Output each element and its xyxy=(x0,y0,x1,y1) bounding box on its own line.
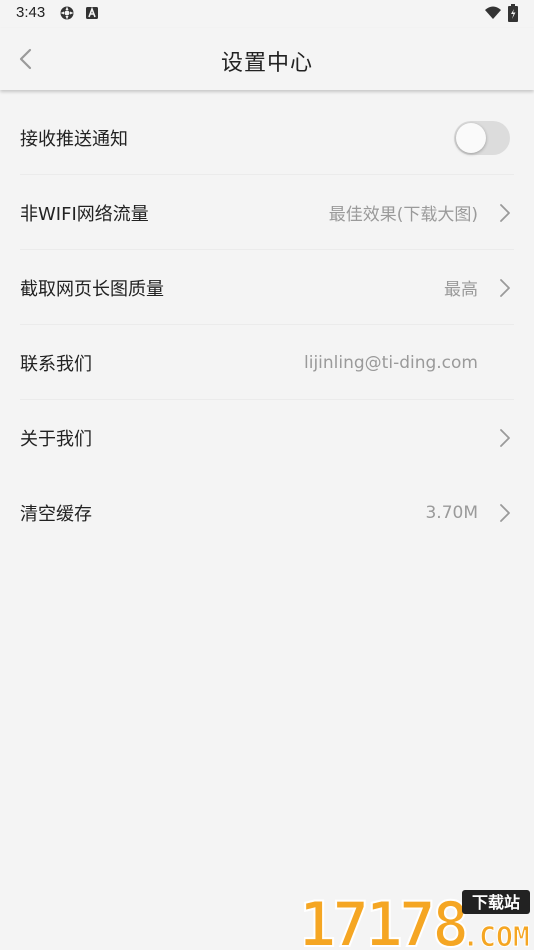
chevron-right-icon xyxy=(500,278,510,297)
screenshot-quality-label: 截取网页长图质量 xyxy=(20,278,164,300)
settings-list: 接收推送通知 非WIFI网络流量 最佳效果(下载大图) 截取网页长图质量 最高 … xyxy=(0,100,534,550)
chevron-right-icon xyxy=(500,203,510,222)
screenshot-quality-row[interactable]: 截取网页长图质量 最高 xyxy=(0,250,534,325)
settings-gear-icon xyxy=(60,6,74,20)
non-wifi-traffic-label: 非WIFI网络流量 xyxy=(20,203,149,225)
app-header: 设置中心 xyxy=(0,28,534,90)
non-wifi-traffic-row[interactable]: 非WIFI网络流量 最佳效果(下载大图) xyxy=(0,175,534,250)
watermark-badge: 下载站 xyxy=(472,893,520,912)
push-notification-label: 接收推送通知 xyxy=(20,128,128,150)
clear-cache-row[interactable]: 清空缓存 3.70M xyxy=(0,475,534,550)
about-us-label: 关于我们 xyxy=(20,428,92,450)
clear-cache-label: 清空缓存 xyxy=(20,503,92,525)
contact-us-row[interactable]: 联系我们 lijinling@ti-ding.com xyxy=(0,325,534,400)
chevron-right-icon xyxy=(500,428,510,447)
about-us-row[interactable]: 关于我们 xyxy=(0,400,534,475)
cache-size-value: 3.70M xyxy=(425,502,478,523)
chevron-right-icon xyxy=(500,503,510,522)
status-bar: 3:43 xyxy=(0,0,534,28)
push-notification-toggle[interactable] xyxy=(454,120,510,155)
page-title: 设置中心 xyxy=(220,51,313,76)
watermark-com: .COM xyxy=(462,920,529,950)
battery-icon xyxy=(508,4,518,22)
non-wifi-traffic-value: 最佳效果(下载大图) xyxy=(328,205,478,225)
a-icon xyxy=(86,6,98,19)
watermark-number: 17178 xyxy=(304,888,466,950)
screenshot-quality-value: 最高 xyxy=(444,280,478,300)
watermark-logo: 17178 下载站 .COM xyxy=(304,888,530,950)
contact-us-label: 联系我们 xyxy=(20,353,92,375)
push-notification-row[interactable]: 接收推送通知 xyxy=(0,100,534,175)
status-time: 3:43 xyxy=(16,4,46,21)
wifi-icon xyxy=(485,6,501,19)
toggle-knob xyxy=(456,122,486,153)
contact-email: lijinling@ti-ding.com xyxy=(304,352,478,373)
